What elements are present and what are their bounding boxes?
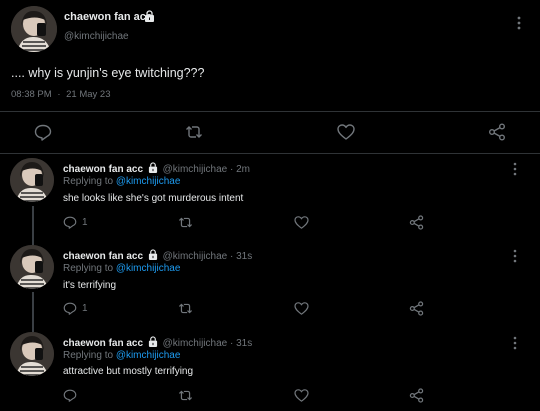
tweet-time: 08:38 PM	[11, 89, 52, 100]
reply-icon[interactable]	[63, 389, 77, 402]
handle[interactable]: @kimchijichae	[163, 164, 228, 175]
tweet-text: it's terrifying	[63, 280, 117, 291]
handle[interactable]: @kimchijichae	[163, 338, 228, 349]
replying-to-label: Replying to	[63, 176, 114, 187]
like-icon[interactable]	[294, 389, 309, 402]
share-icon[interactable]	[409, 215, 424, 230]
lock-icon	[148, 249, 158, 260]
retweet-icon[interactable]	[178, 389, 193, 402]
more-icon[interactable]	[512, 249, 526, 263]
retweet-icon[interactable]	[185, 124, 203, 140]
share-icon[interactable]	[409, 301, 424, 316]
handle[interactable]: @kimchijichae	[163, 251, 228, 262]
reply-icon[interactable]	[34, 124, 52, 141]
reply-count: 1	[82, 217, 88, 228]
retweet-icon[interactable]	[178, 302, 193, 315]
tweet-age: 31s	[236, 251, 253, 262]
more-icon[interactable]	[516, 16, 530, 30]
divider	[0, 111, 540, 112]
replying-to-label: Replying to	[63, 263, 114, 274]
like-icon[interactable]	[294, 302, 309, 315]
thread-line	[32, 292, 34, 332]
reply-icon[interactable]	[63, 302, 77, 315]
lock-icon	[148, 336, 158, 347]
replying-to-handle[interactable]: @kimchijichae	[116, 263, 181, 274]
like-icon[interactable]	[294, 216, 309, 229]
divider	[0, 153, 540, 154]
tweet-text: attractive but mostly terrifying	[63, 366, 194, 377]
display-name[interactable]: chaewon fan acc	[63, 251, 143, 262]
avatar[interactable]	[10, 332, 54, 376]
separator: ·	[57, 89, 61, 100]
replying-to: Replying to @kimchijichae	[63, 350, 180, 361]
retweet-icon[interactable]	[178, 216, 193, 229]
replying-to-handle[interactable]: @kimchijichae	[116, 350, 181, 361]
reply-header: chaewon fan acc @kimchijichae · 31s	[63, 336, 252, 349]
reply-icon[interactable]	[63, 216, 77, 229]
more-icon[interactable]	[512, 162, 526, 176]
avatar[interactable]	[10, 158, 54, 202]
tweet-age: 31s	[236, 338, 253, 349]
separator: ·	[230, 251, 234, 262]
separator: ·	[230, 164, 234, 175]
reply-header: chaewon fan acc @kimchijichae · 31s	[63, 249, 252, 262]
lock-icon	[148, 162, 158, 173]
replying-to: Replying to @kimchijichae	[63, 176, 180, 187]
thread-line	[32, 206, 34, 246]
replying-to: Replying to @kimchijichae	[63, 263, 180, 274]
reply-header: chaewon fan acc @kimchijichae · 2m	[63, 162, 250, 175]
separator: ·	[230, 338, 234, 349]
like-icon[interactable]	[337, 124, 355, 140]
lock-icon	[144, 10, 155, 22]
more-icon[interactable]	[512, 336, 526, 350]
tweet-text: she looks like she's got murderous inten…	[63, 193, 244, 204]
tweet-text: .... why is yunjin's eye twitching???	[11, 66, 205, 80]
avatar[interactable]	[10, 245, 54, 289]
tweet-age: 2m	[236, 164, 251, 175]
share-icon[interactable]	[409, 388, 424, 403]
tweet-timestamp: 08:38 PM · 21 May 23	[11, 89, 111, 100]
share-icon[interactable]	[488, 123, 506, 141]
display-name[interactable]: chaewon fan acc	[63, 338, 143, 349]
reply-count: 1	[82, 303, 88, 314]
display-name[interactable]: chaewon fan acc	[63, 164, 143, 175]
avatar[interactable]	[11, 6, 57, 52]
tweet-date: 21 May 23	[66, 89, 111, 100]
display-name[interactable]: chaewon fan acc	[64, 11, 152, 23]
handle[interactable]: @kimchijichae	[64, 31, 129, 42]
replying-to-label: Replying to	[63, 350, 114, 361]
replying-to-handle[interactable]: @kimchijichae	[116, 176, 181, 187]
